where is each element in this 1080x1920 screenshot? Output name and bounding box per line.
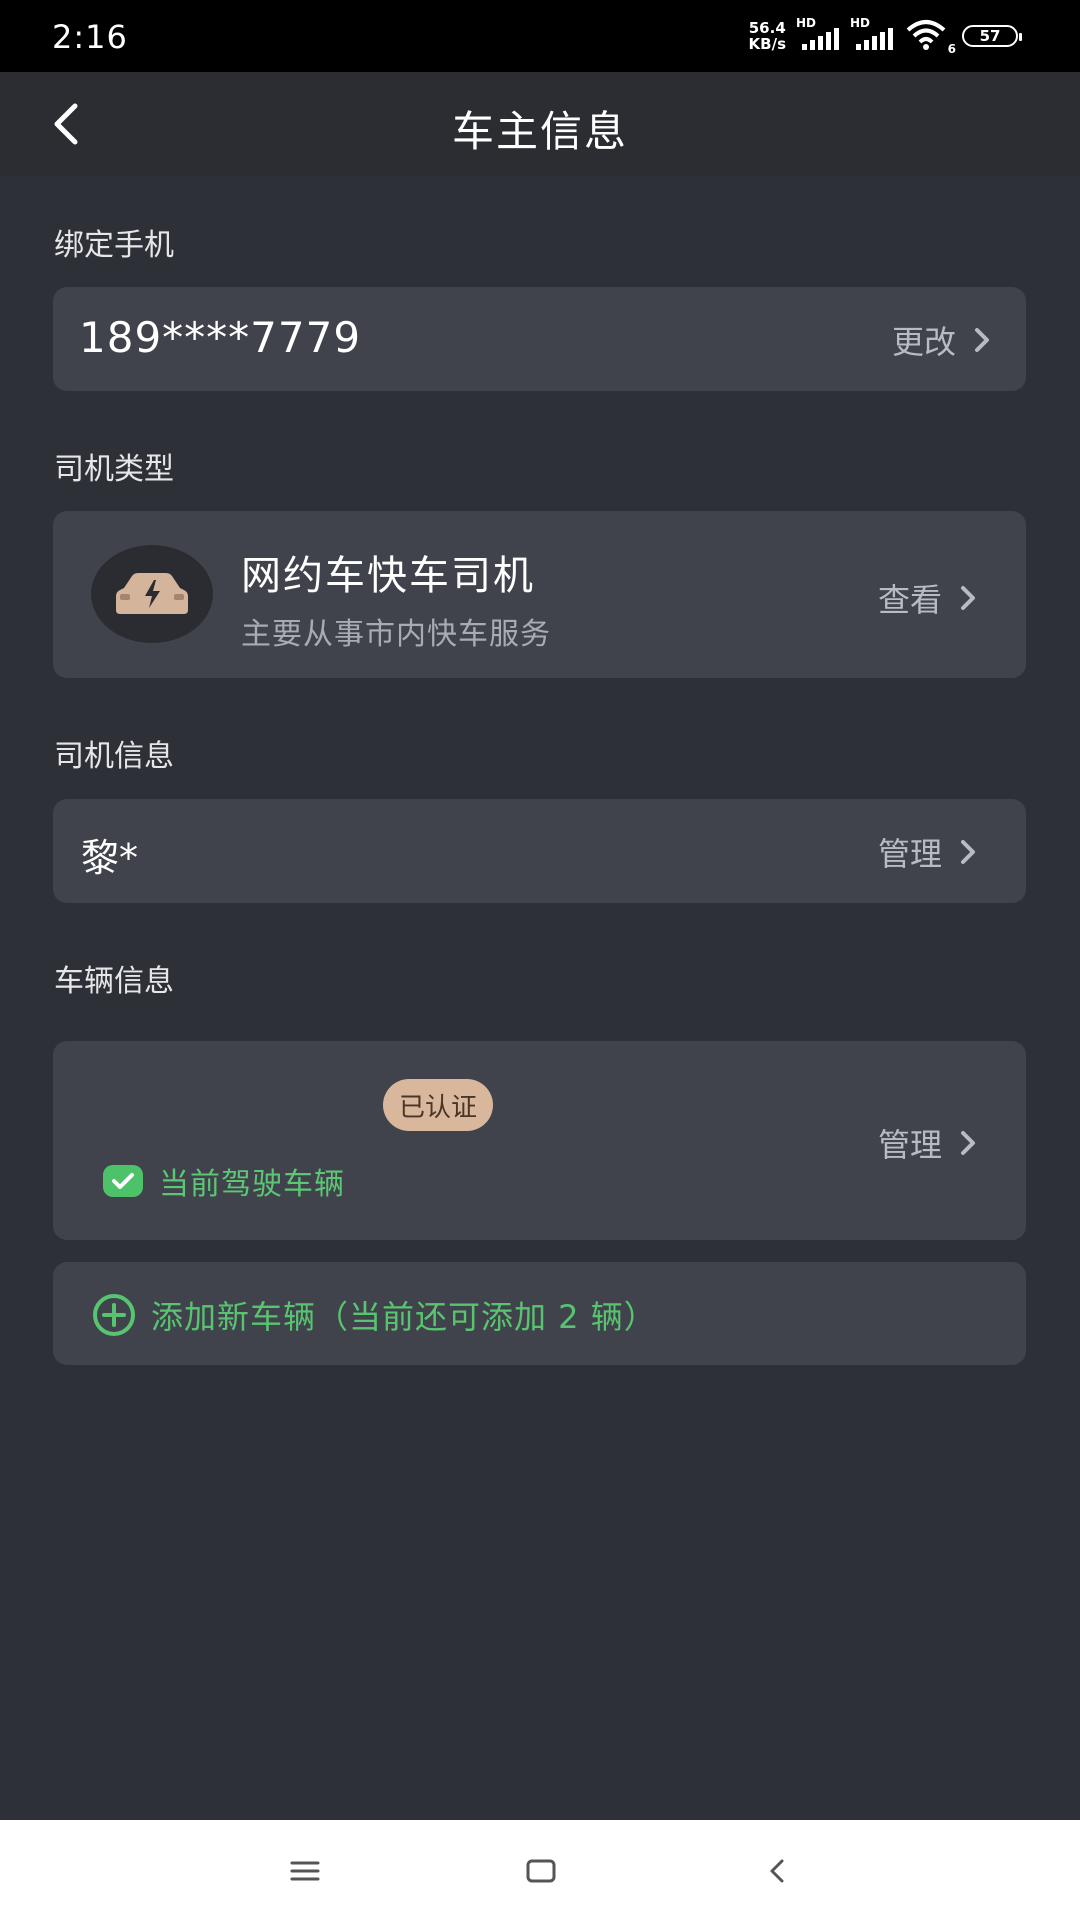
network-speed-value: 56.4: [748, 19, 786, 37]
phone-card[interactable]: 189****7779 更改: [53, 287, 1026, 391]
status-icons: 56.4 KB/s HD HD 6 57: [749, 16, 1022, 56]
battery-level: 57: [979, 27, 1001, 45]
driver-type-subtitle: 主要从事市内快车服务: [241, 617, 551, 652]
add-vehicle-label: 添加新车辆（当前还可添加 2 辆）: [151, 1298, 657, 1336]
current-vehicle-label: 当前驾驶车辆: [159, 1167, 345, 1202]
network-speed-unit: KB/s: [748, 35, 786, 53]
current-vehicle-indicator: 当前驾驶车辆: [103, 1159, 345, 1203]
view-driver-type-button[interactable]: 查看: [878, 575, 976, 621]
chevron-right-icon: [961, 1131, 975, 1155]
manage-driver-button[interactable]: 管理: [878, 829, 976, 875]
electric-car-icon: [116, 573, 188, 614]
driver-info-section-label: 司机信息: [54, 739, 174, 774]
vehicle-card[interactable]: 已认证 当前驾驶车辆 管理: [53, 1041, 1026, 1240]
chevron-right-icon: [961, 840, 975, 864]
page-title: 车主信息: [451, 107, 628, 156]
top-nav-bar: 车主信息: [0, 72, 1080, 176]
add-vehicle-row: 添加新车辆（当前还可添加 2 辆）: [91, 1292, 657, 1338]
change-phone-button[interactable]: 更改: [892, 317, 990, 363]
phone-number: 189****7779: [79, 313, 362, 362]
menu-icon: [290, 1861, 320, 1881]
phone-section-label: 绑定手机: [54, 228, 174, 263]
check-icon: [103, 1165, 143, 1197]
cell-signal-2-icon: HD: [850, 16, 894, 56]
status-time: 2:16: [52, 18, 128, 56]
wifi-badge: 6: [947, 42, 956, 56]
change-phone-label: 更改: [891, 323, 956, 361]
add-circle-icon: [93, 1294, 135, 1336]
system-nav-bar: [0, 1820, 1080, 1920]
manage-vehicle-label: 管理: [877, 1126, 942, 1164]
vehicle-section-label: 车辆信息: [54, 964, 174, 999]
driver-type-title: 网约车快车司机: [241, 553, 535, 599]
manage-vehicle-button[interactable]: 管理: [878, 1120, 976, 1166]
view-label: 查看: [877, 581, 942, 619]
status-bar: 2:16 56.4 KB/s HD HD 6 57: [0, 0, 1080, 72]
manage-driver-label: 管理: [877, 835, 942, 873]
car-avatar: [91, 545, 213, 643]
driver-type-card[interactable]: 网约车快车司机 主要从事市内快车服务 查看: [53, 511, 1026, 678]
cell-signal-icon: HD: [796, 16, 840, 56]
chevron-right-icon: [975, 328, 989, 352]
home-square-icon: [526, 1859, 556, 1883]
verified-badge: 已认证: [383, 1079, 494, 1131]
add-vehicle-button[interactable]: 添加新车辆（当前还可添加 2 辆）: [53, 1262, 1026, 1365]
driver-name: 黎*: [81, 836, 139, 880]
battery-icon: 57: [962, 25, 1022, 47]
recent-apps-button[interactable]: [280, 1846, 330, 1896]
network-speed: 56.4 KB/s: [749, 20, 786, 52]
chevron-right-icon: [961, 586, 975, 610]
driver-info-card[interactable]: 黎* 管理: [53, 799, 1026, 903]
system-back-button[interactable]: [752, 1846, 802, 1896]
home-button[interactable]: [516, 1846, 566, 1896]
wifi-icon: 6: [904, 18, 956, 56]
driver-type-section-label: 司机类型: [54, 452, 174, 487]
back-triangle-icon: [770, 1859, 784, 1883]
